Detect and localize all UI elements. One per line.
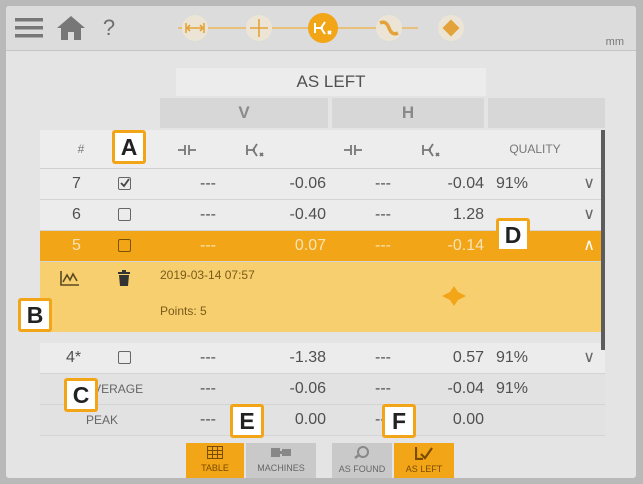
row-number: 5 <box>72 237 81 254</box>
as-left-marker-icon <box>442 286 466 311</box>
row-number: 7 <box>72 175 81 192</box>
cell-h-offset: --- <box>375 237 391 254</box>
tab-machines-label: MACHINES <box>257 463 305 473</box>
average-v-offset: --- <box>200 380 216 397</box>
callout-c: C <box>64 378 98 412</box>
cell-h-angle: 0.57 <box>452 349 484 366</box>
cell-v-offset: --- <box>200 206 216 223</box>
tab-as-found-label: AS FOUND <box>338 464 386 474</box>
trash-icon[interactable] <box>118 270 130 291</box>
menu-icon[interactable] <box>14 12 44 44</box>
chevron-down-icon[interactable]: ∨ <box>583 169 595 199</box>
machines-icon <box>246 446 316 463</box>
offset-icon <box>172 130 202 168</box>
top-bar: ? mm <box>6 6 636 51</box>
cell-h-offset: --- <box>375 349 391 366</box>
graph-icon[interactable] <box>60 270 80 291</box>
chevron-up-icon[interactable]: ∧ <box>583 231 595 261</box>
help-label: ? <box>102 15 116 40</box>
scrollbar[interactable] <box>601 130 605 350</box>
peak-v-offset: --- <box>200 411 216 428</box>
cell-v-angle: -1.38 <box>289 349 326 366</box>
group-header-spacer <box>488 98 605 128</box>
tab-as-found[interactable]: AS FOUND <box>332 443 392 478</box>
average-v-angle: -0.06 <box>289 380 326 397</box>
as-found-icon <box>332 446 392 464</box>
average-row: AVERAGE --- -0.06 --- -0.04 91% <box>40 374 605 405</box>
peak-row: PEAK --- 0.00 --- 0.00 <box>40 405 605 436</box>
cell-v-offset: --- <box>200 175 216 192</box>
group-header-v: V <box>160 98 328 128</box>
angularity-icon <box>416 130 446 168</box>
chevron-down-icon[interactable]: ∨ <box>583 200 595 230</box>
cell-v-offset: --- <box>200 349 216 366</box>
callout-a: A <box>112 130 146 164</box>
detail-points: Points: 5 <box>160 304 207 318</box>
measure-step-icon[interactable] <box>376 15 402 41</box>
callout-b: B <box>18 298 52 332</box>
average-quality: 91% <box>496 380 529 397</box>
page-title: AS LEFT <box>176 68 486 96</box>
callout-e: E <box>230 404 264 438</box>
tab-table-label: TABLE <box>201 463 229 473</box>
cell-quality: 91% <box>496 349 529 366</box>
as-left-icon <box>394 446 454 464</box>
average-h-offset: --- <box>375 380 391 397</box>
callout-d: D <box>496 218 530 252</box>
cell-quality: 91% <box>496 175 529 192</box>
tab-as-left[interactable]: AS LEFT <box>394 443 454 478</box>
help-icon[interactable]: ? <box>98 12 120 44</box>
check-icon <box>120 178 130 188</box>
row-number: 4* <box>66 349 82 366</box>
cell-h-offset: --- <box>375 175 391 192</box>
tab-machines[interactable]: MACHINES <box>246 443 316 478</box>
angularity-icon <box>240 130 270 168</box>
cell-h-angle: -0.14 <box>447 237 484 254</box>
measurement-detail-panel: 2019-03-14 07:57 Points: 5 <box>40 262 605 332</box>
table-row[interactable]: 7 --- -0.06 --- -0.04 91% ∨ <box>40 169 605 200</box>
device-frame: ? mm AS LEFT V H # QUALITY 7 --- -0.06 -… <box>0 0 643 484</box>
cell-v-angle: 0.07 <box>294 237 326 254</box>
tab-table[interactable]: TABLE <box>186 443 244 478</box>
row-checkbox[interactable] <box>118 351 131 364</box>
cell-h-offset: --- <box>375 206 391 223</box>
detail-timestamp: 2019-03-14 07:57 <box>160 268 255 282</box>
column-header-number: # <box>77 142 85 156</box>
group-header-h: H <box>332 98 484 128</box>
row-checkbox[interactable] <box>118 208 131 221</box>
row-number: 6 <box>72 206 81 223</box>
as-left-step-icon[interactable] <box>308 13 338 43</box>
peak-h-angle: 0.00 <box>452 411 484 428</box>
offset-icon <box>338 130 368 168</box>
cell-h-angle: 1.28 <box>452 206 484 223</box>
row-checkbox[interactable] <box>118 177 131 190</box>
cell-v-angle: -0.40 <box>289 206 326 223</box>
chevron-down-icon[interactable]: ∨ <box>583 343 595 373</box>
row-checkbox[interactable] <box>118 239 131 252</box>
dimensions-step-icon[interactable] <box>182 15 208 41</box>
target-step-icon[interactable] <box>246 15 272 41</box>
unit-label: mm <box>605 36 624 48</box>
peak-v-angle: 0.00 <box>294 411 326 428</box>
column-header-quality: QUALITY <box>509 142 561 156</box>
cell-v-angle: -0.06 <box>289 175 326 192</box>
tag-step-icon[interactable] <box>438 15 464 41</box>
cell-v-offset: --- <box>200 237 216 254</box>
table-row[interactable]: 4* --- -1.38 --- 0.57 91% ∨ <box>40 343 605 374</box>
home-icon[interactable] <box>54 12 88 44</box>
average-h-angle: -0.04 <box>447 380 484 397</box>
table-icon <box>186 446 244 463</box>
app-screen: ? mm AS LEFT V H # QUALITY 7 --- -0.06 -… <box>6 6 636 478</box>
callout-f: F <box>382 404 416 438</box>
cell-h-angle: -0.04 <box>447 175 484 192</box>
tab-as-left-label: AS LEFT <box>405 464 443 474</box>
